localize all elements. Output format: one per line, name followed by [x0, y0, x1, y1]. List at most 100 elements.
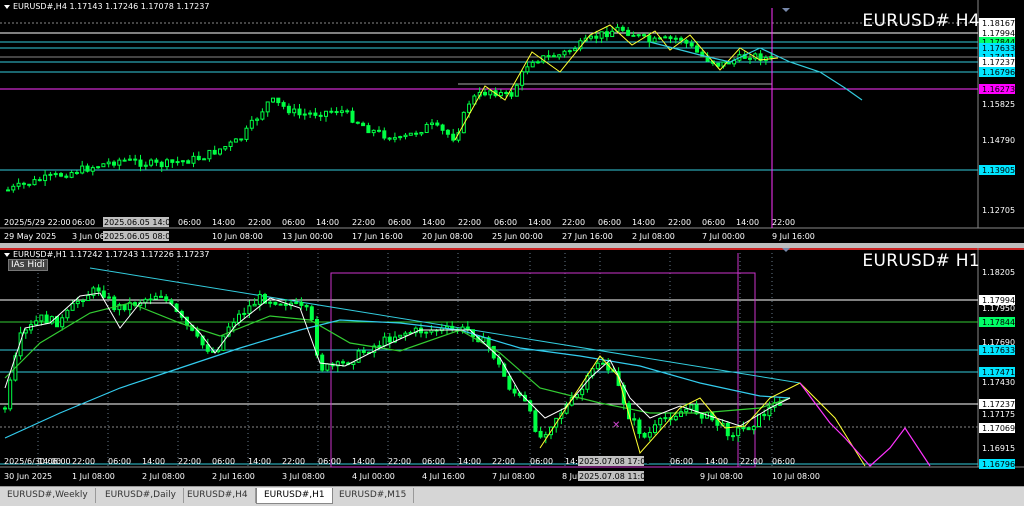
candle: [252, 303, 257, 307]
candle: [60, 317, 65, 328]
candle: [757, 413, 761, 428]
h1-chart-pane[interactable]: ✕ 1.18205 1.17994 1.17950 1.17844 1.17690 1.17…: [0, 248, 1024, 486]
candle: [536, 61, 540, 64]
time-label: 2025.07.08 11:00: [579, 472, 650, 481]
candle: [127, 158, 132, 161]
candle: [39, 314, 44, 322]
candle: [339, 110, 344, 113]
chart-tab[interactable]: EURUSD#,H4: [180, 488, 256, 503]
candle: [48, 173, 53, 176]
time-label: 22:00: [388, 457, 411, 466]
h4-chart-pane[interactable]: 1.181671.179941.178441.176331.174711.172…: [0, 0, 1024, 243]
candle: [309, 306, 314, 320]
time-label: 2 Jul 08:00: [142, 472, 185, 481]
candle: [530, 61, 535, 68]
candle: [382, 336, 387, 347]
price-label: 1.17175: [982, 410, 1015, 419]
time-label: 14:00: [528, 218, 551, 227]
candle: [8, 379, 13, 410]
candle: [292, 108, 297, 114]
candle: [345, 110, 350, 113]
candle: [647, 35, 652, 43]
candle: [276, 97, 281, 104]
h1-chart-canvas[interactable]: ✕1.182051.179941.179501.178441.176901.17…: [0, 248, 1024, 486]
candle: [430, 122, 434, 125]
candle: [202, 158, 207, 161]
time-label: 10 Jun 08:00: [212, 232, 263, 241]
price-label: 1.17633: [982, 44, 1015, 53]
chart-tab-bar: EURUSD#,Weekly EURUSD#,Daily EURUSD#,H4 EUR…: [0, 486, 1024, 506]
candle: [689, 42, 694, 47]
chart-menu-triangle-icon[interactable]: [4, 252, 10, 257]
candle: [673, 415, 678, 421]
candle: [281, 102, 286, 107]
time-label: 30 Jun 2025: [4, 472, 52, 481]
price-label: 1.15825: [982, 100, 1015, 109]
candle: [170, 159, 175, 163]
candle: [175, 161, 180, 164]
chart-tab[interactable]: EURUSD#,H1: [256, 488, 333, 504]
time-label: 06:00: [72, 218, 95, 227]
candle: [361, 122, 366, 127]
price-label: 1.17069: [982, 424, 1015, 433]
candle: [509, 92, 514, 97]
candle: [159, 295, 163, 298]
candle: [403, 332, 408, 336]
candle: [302, 113, 307, 116]
time-label: 14:00: [316, 218, 339, 227]
candle: [107, 296, 111, 299]
candle: [341, 361, 345, 364]
candle: [11, 185, 16, 191]
candle: [299, 301, 304, 306]
time-label: 06:00: [772, 457, 795, 466]
candle: [601, 362, 605, 365]
candle: [741, 427, 746, 430]
candle: [366, 125, 371, 134]
candle: [239, 138, 244, 141]
time-label: 06:00: [212, 457, 235, 466]
price-label: 1.13905: [982, 166, 1015, 175]
time-label: 3 Jul 08:00: [282, 472, 325, 481]
candle: [74, 171, 79, 174]
plot-area: [0, 0, 978, 228]
candle: [320, 354, 325, 371]
candle: [21, 182, 26, 185]
candle: [6, 189, 10, 192]
candle: [180, 160, 185, 163]
candle: [297, 108, 302, 116]
candle: [59, 173, 63, 177]
candle: [445, 129, 450, 135]
time-label: 2025.07.08 17:00: [579, 457, 650, 466]
candle: [440, 124, 445, 131]
price-label: 1.18167: [982, 19, 1015, 28]
candle: [69, 171, 74, 178]
candle: [334, 111, 339, 114]
time-label: 14:00: [632, 218, 655, 227]
candle: [273, 301, 278, 305]
time-label: 14:00: [352, 457, 375, 466]
candle: [324, 110, 328, 117]
candle: [398, 334, 403, 338]
h4-chart-canvas[interactable]: 1.181671.179941.178441.176331.174711.172…: [0, 0, 1024, 243]
chart-tab[interactable]: EURUSD#,Daily: [98, 488, 184, 503]
time-label: 22:00: [178, 457, 201, 466]
candle: [218, 148, 222, 155]
time-label: 2 Jul 08:00: [632, 232, 675, 241]
time-label: 14:00: [422, 218, 445, 227]
candle: [514, 84, 519, 97]
candle: [329, 110, 334, 113]
chart-menu-triangle-icon[interactable]: [4, 4, 10, 9]
time-label: 2025.06.05 14:00: [104, 218, 175, 227]
candle: [580, 388, 585, 396]
time-label: 06:00: [530, 457, 553, 466]
candle: [143, 298, 148, 304]
candle: [533, 410, 538, 432]
candle: [382, 130, 387, 139]
time-label: 22:00: [492, 457, 515, 466]
candle: [313, 112, 318, 116]
candle: [751, 426, 756, 431]
chart-tab[interactable]: EURUSD#,M15: [332, 488, 415, 503]
chart-tab[interactable]: EURUSD#,Weekly: [0, 488, 96, 503]
candle: [153, 295, 158, 300]
time-label: 14:00: [142, 457, 165, 466]
